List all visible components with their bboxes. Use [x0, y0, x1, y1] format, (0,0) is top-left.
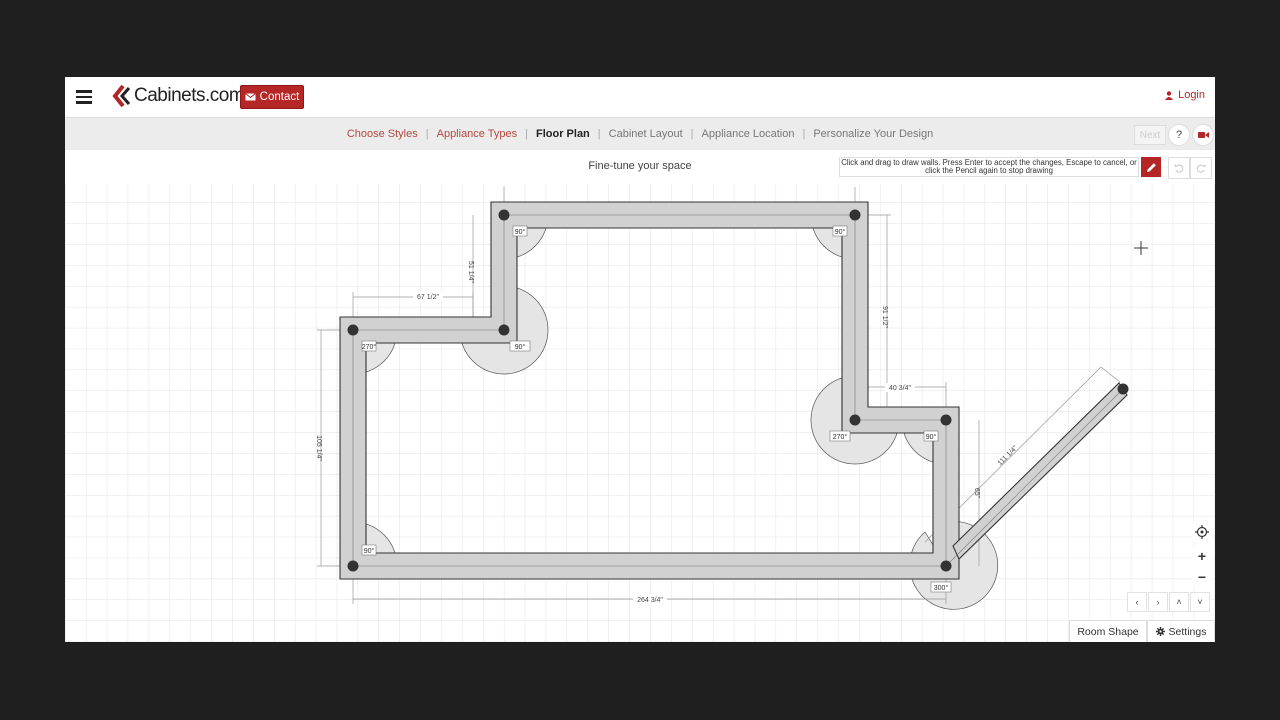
zoom-out-button[interactable]: − [1192, 567, 1212, 587]
room-shape-button[interactable]: Room Shape [1069, 620, 1147, 642]
crosshair-icon [1195, 525, 1209, 539]
angle-label: 270° [362, 343, 377, 351]
wall-node[interactable] [498, 209, 510, 221]
step-separator: | [525, 128, 528, 140]
angle-label: 90° [515, 228, 526, 236]
next-button[interactable]: Next [1134, 125, 1166, 145]
wall-node[interactable] [940, 414, 952, 426]
dimension-label: 67 1/2" [417, 294, 439, 301]
angle-label: 90° [515, 343, 526, 351]
angle-label: 90° [835, 228, 846, 236]
zoom-in-button[interactable]: + [1192, 546, 1212, 566]
step-nav: Choose Styles | Appliance Types | Floor … [65, 118, 1215, 150]
wall-node[interactable] [849, 414, 861, 426]
draw-hint: Click and drag to draw walls. Press Ente… [839, 157, 1139, 177]
step-cabinet-layout[interactable]: Cabinet Layout [609, 128, 683, 140]
settings-button[interactable]: Settings [1147, 620, 1215, 642]
contact-label: Contact [259, 91, 300, 103]
wall-node[interactable] [347, 324, 359, 336]
angle-label: 270° [833, 433, 848, 441]
login-label: Login [1178, 89, 1205, 101]
video-button[interactable] [1192, 124, 1214, 146]
pan-down-button[interactable]: ˅ [1190, 592, 1210, 612]
step-personalize-design[interactable]: Personalize Your Design [813, 128, 933, 140]
dimension-label: 40 3/4" [889, 385, 911, 392]
dimension-label: 91 1/2" [881, 306, 888, 328]
pencil-button[interactable] [1141, 157, 1161, 177]
video-camera-icon [1197, 132, 1209, 138]
step-choose-styles[interactable]: Choose Styles [347, 128, 418, 140]
help-icon: ? [1175, 129, 1183, 141]
dimension-label: 51 1/4" [467, 261, 474, 283]
user-icon [1165, 90, 1174, 100]
logo-text: Cabinets.com [134, 85, 245, 106]
step-separator: | [425, 128, 429, 140]
recenter-button[interactable] [1192, 522, 1212, 542]
login-link[interactable]: Login [1165, 89, 1205, 101]
pencil-icon [1146, 162, 1156, 172]
step-separator: | [802, 128, 806, 140]
help-button[interactable]: ? [1168, 124, 1190, 146]
angle-label: 90° [364, 547, 375, 555]
top-bar: Cabinets.com ® Contact Login [65, 77, 1215, 118]
angle-label: 90° [926, 433, 937, 441]
logo[interactable]: Cabinets.com ® [111, 85, 249, 107]
step-appliance-types[interactable]: Appliance Types [437, 128, 518, 140]
wall-node[interactable] [1117, 383, 1129, 395]
steps-list: Choose Styles | Appliance Types | Floor … [65, 118, 1215, 150]
step-separator: | [690, 128, 694, 140]
envelope-icon [244, 93, 256, 101]
floor-plan-canvas[interactable]: 90° 90° 270° 90° 270° 90° 90° 300° 67 1/… [65, 184, 1215, 642]
dimension-label: 105 1/4" [315, 435, 322, 461]
dimension-label: 264 3/4" [637, 597, 663, 604]
hamburger-icon[interactable] [76, 88, 92, 104]
wall-node[interactable] [347, 560, 359, 572]
gear-icon [1155, 627, 1165, 636]
redo-button[interactable] [1190, 157, 1212, 179]
pan-right-button[interactable]: › [1148, 592, 1168, 612]
step-appliance-location[interactable]: Appliance Location [702, 128, 795, 140]
wall-node[interactable] [849, 209, 861, 221]
settings-label: Settings [1168, 625, 1207, 638]
app-frame: Cabinets.com ® Contact Login Choose Styl… [65, 77, 1215, 642]
redo-icon [1196, 164, 1206, 173]
logo-mark-icon [112, 85, 131, 107]
undo-button[interactable] [1168, 157, 1190, 179]
step-separator: | [597, 128, 601, 140]
step-floor-plan[interactable]: Floor Plan [536, 128, 590, 140]
pan-up-button[interactable]: ˄ [1169, 592, 1189, 612]
angle-label: 300° [934, 584, 949, 592]
dimension-label: 65" [973, 488, 980, 499]
undo-icon [1174, 164, 1184, 173]
wall-node[interactable] [940, 560, 952, 572]
contact-button[interactable]: Contact [240, 85, 304, 109]
pan-left-button[interactable]: ‹ [1127, 592, 1147, 612]
wall-node[interactable] [498, 324, 510, 336]
